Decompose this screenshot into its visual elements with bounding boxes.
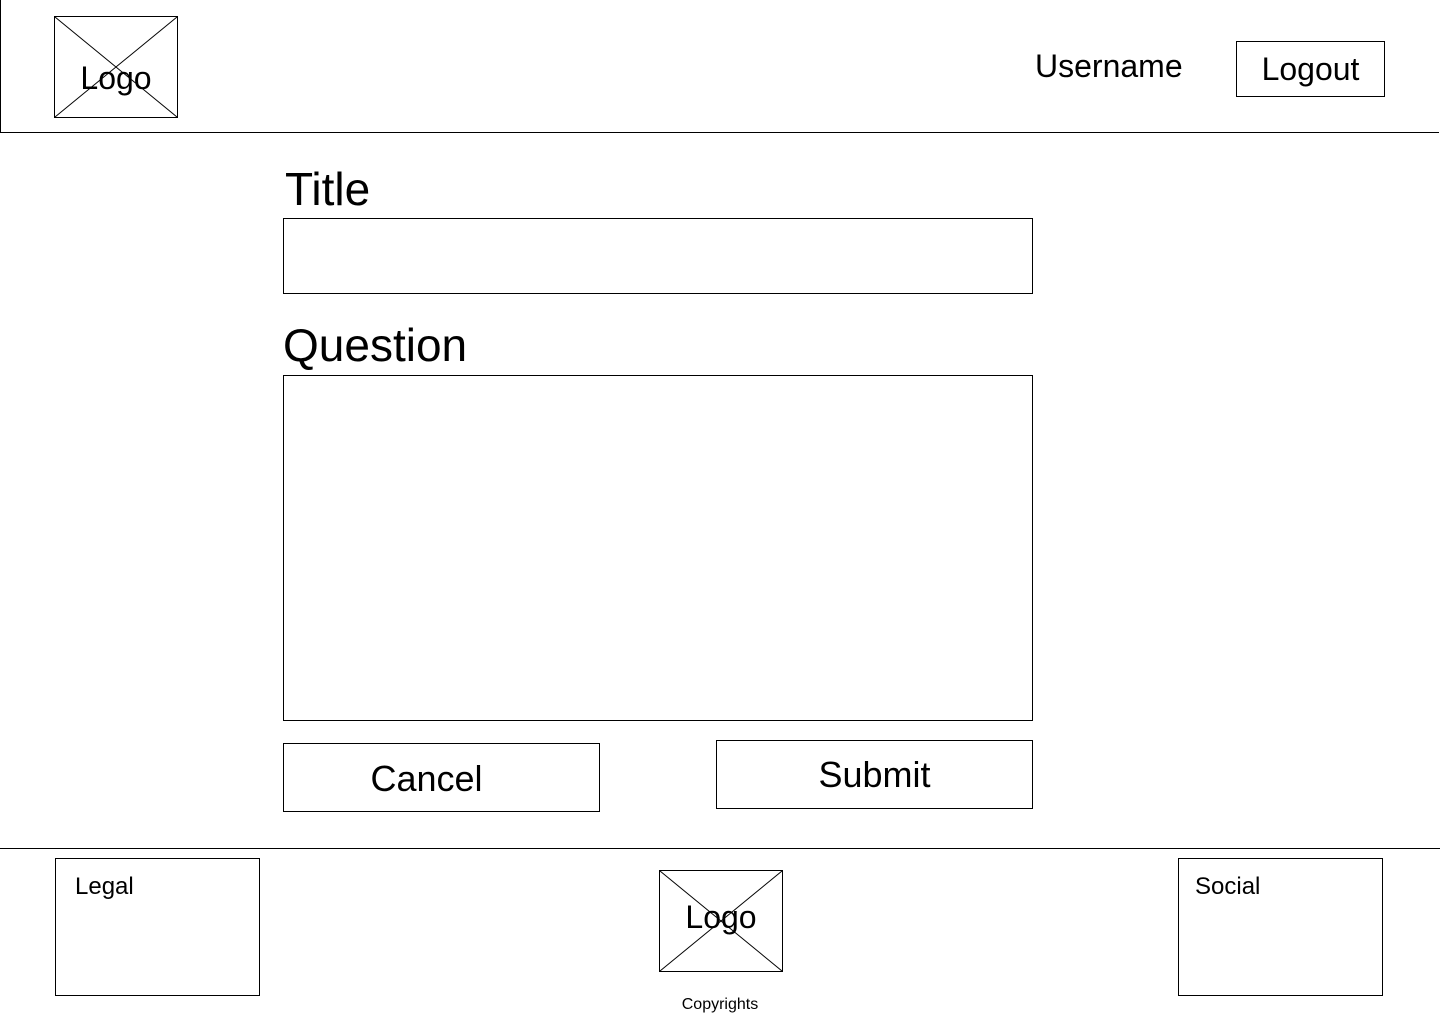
legal-label: Legal — [75, 873, 134, 900]
footer-divider — [0, 848, 1440, 849]
copyright-text: Copyrights — [681, 996, 759, 1013]
username-label[interactable]: Username — [1035, 48, 1183, 84]
footer-logo-label: Logo — [685, 899, 757, 935]
header-logo-label: Logo — [80, 60, 152, 96]
social-label: Social — [1195, 873, 1261, 900]
logout-button[interactable]: Logout — [1236, 41, 1385, 97]
submit-button[interactable]: Submit — [716, 740, 1033, 809]
legal-section[interactable]: Legal — [55, 858, 260, 996]
footer-logo[interactable]: Logo — [659, 870, 783, 972]
question-label: Question — [283, 319, 468, 371]
header-logo[interactable]: Logo — [54, 16, 178, 118]
header: Logo Username Logout — [0, 0, 1439, 133]
title-input[interactable] — [283, 218, 1033, 294]
cancel-button[interactable]: Cancel — [283, 743, 600, 812]
social-section[interactable]: Social — [1178, 858, 1383, 996]
title-label: Title — [285, 163, 371, 215]
question-textarea[interactable] — [283, 375, 1033, 721]
